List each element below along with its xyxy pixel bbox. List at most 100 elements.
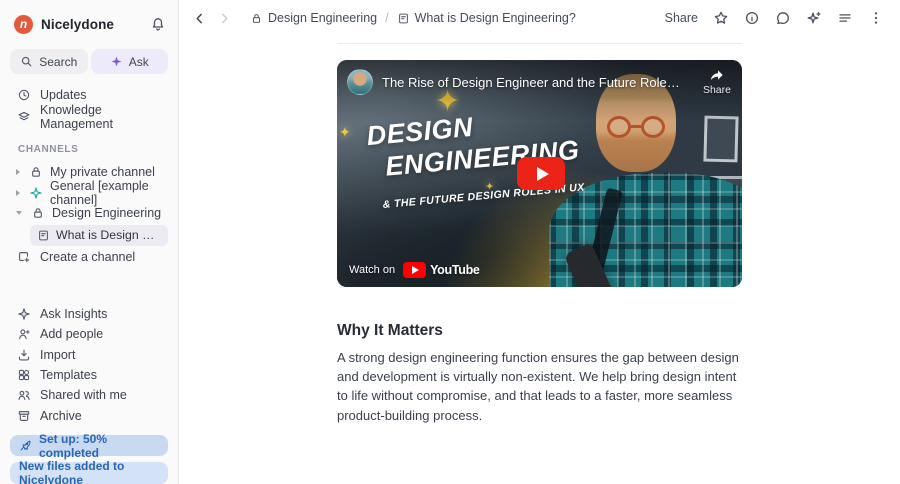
ai-sparkle-icon[interactable] (806, 10, 822, 26)
channels-section-header: CHANNELS (18, 144, 79, 155)
secondary-banner-label: New files added to Nicelydone (19, 459, 125, 484)
youtube-video-embed[interactable]: ✦ ✦ ✦ DESIGN ENGINEERING & THE FUTURE DE… (337, 60, 742, 287)
rocket-icon (19, 439, 32, 452)
document-icon (397, 12, 410, 25)
chevron-right-icon[interactable] (16, 169, 20, 176)
sidebar-item-shared-with-me[interactable]: Shared with me (10, 385, 168, 405)
nav-label: Add people (40, 327, 104, 342)
youtube-play-button[interactable] (517, 157, 565, 190)
video-share-button[interactable]: Share (703, 67, 731, 96)
youtube-logo: YouTube (403, 262, 480, 278)
teal-sparkle-icon (29, 186, 43, 200)
watch-on-youtube-link[interactable]: Watch on YouTube (349, 262, 480, 278)
breadcrumb-channel[interactable]: Design Engineering (250, 11, 377, 25)
lock-icon (250, 12, 263, 25)
article-body: A strong design engineering function ens… (337, 350, 739, 423)
nav-label: Ask Insights (40, 306, 108, 321)
sidebar: n Nicelydone Search Ask Updates Knowledg… (0, 0, 179, 484)
star-favorite-icon[interactable] (713, 10, 729, 26)
sidebar-item-import[interactable]: Import (10, 344, 168, 364)
sidebar-top-nav: Updates Knowledge Management (10, 84, 168, 131)
wall-frame-decoration (703, 115, 739, 163)
square-plus-icon (17, 250, 31, 264)
share-arrow-icon (707, 67, 726, 83)
video-title[interactable]: The Rise of Design Engineer and the Futu… (382, 75, 684, 90)
video-share-label: Share (702, 84, 731, 96)
lock-icon (29, 165, 43, 179)
sidebar-item-archive[interactable]: Archive (10, 406, 168, 426)
chevron-right-icon[interactable] (16, 189, 20, 196)
breadcrumb-channel-label: Design Engineering (268, 11, 378, 25)
topbar: Design Engineering / What is Design Engi… (179, 0, 900, 36)
app-logo-icon: n (14, 14, 33, 34)
layers-icon (17, 110, 31, 124)
nav-label: Knowledge Management (40, 102, 113, 131)
topbar-actions: Share (665, 10, 884, 26)
notifications-bell-icon[interactable] (150, 16, 166, 32)
sidebar-page-what-is-design-engineering[interactable]: What is Design Engineerin… (30, 224, 168, 246)
sidebar-bottom-nav: Ask Insights Add people Import Templates (10, 304, 168, 426)
people-icon (17, 388, 31, 402)
channel-label: My private channel (50, 165, 155, 180)
channel-avatar[interactable] (347, 69, 373, 95)
sidebar-channel-design-engineering[interactable]: Design Engineering (10, 203, 168, 224)
video-header: The Rise of Design Engineer and the Futu… (347, 69, 684, 95)
app-name: Nicelydone (41, 16, 115, 32)
search-button[interactable]: Search (10, 49, 88, 74)
sidebar-item-ask-insights[interactable]: Ask Insights (10, 304, 168, 324)
sidebar-item-knowledge-management[interactable]: Knowledge Management (10, 103, 168, 131)
main-content: Design Engineering / What is Design Engi… (179, 0, 900, 484)
ask-label: Ask (128, 54, 149, 69)
youtube-wordmark: YouTube (430, 263, 480, 277)
nav-label: Import (40, 347, 76, 362)
share-button[interactable]: Share (665, 11, 698, 25)
nav-label: Shared with me (40, 388, 127, 403)
nav-label: Updates (40, 87, 87, 102)
search-label: Search (39, 54, 78, 69)
setup-progress-banner[interactable]: Set up: 50% completed (10, 432, 168, 460)
article-section: Why It Matters A strong design engineeri… (337, 322, 749, 425)
article-heading: Why It Matters (337, 322, 443, 339)
ask-button[interactable]: Ask (90, 49, 168, 74)
sidebar-header: n Nicelydone (10, 10, 168, 36)
breadcrumb: Design Engineering / What is Design Engi… (250, 11, 576, 25)
comment-icon[interactable] (775, 10, 791, 26)
page-label: What is Design Engineerin… (56, 228, 161, 242)
secondary-banner[interactable]: New files added to Nicelydone (10, 459, 168, 484)
search-icon (20, 55, 33, 68)
info-icon[interactable] (744, 10, 760, 26)
nav-label: Create a channel (40, 250, 136, 264)
forward-chevron-icon[interactable] (217, 11, 232, 26)
breadcrumb-separator: / (385, 11, 389, 25)
content-divider (337, 43, 742, 44)
back-chevron-icon[interactable] (192, 11, 207, 26)
sidebar-item-add-people[interactable]: Add people (10, 324, 168, 344)
nav-label: Archive (40, 408, 82, 423)
sidebar-channel-general[interactable]: General [example channel] (10, 179, 168, 207)
document-icon (37, 229, 50, 242)
app-window: n Nicelydone Search Ask Updates Knowledg… (0, 0, 900, 484)
sparkle-icon (110, 55, 123, 68)
chevron-down-icon[interactable] (16, 211, 22, 216)
archive-box-icon (17, 409, 31, 423)
download-icon (17, 348, 31, 362)
align-lines-icon[interactable] (837, 10, 853, 26)
person-plus-icon (17, 327, 31, 341)
watch-on-label: Watch on (349, 264, 396, 276)
sidebar-actions: Search Ask (10, 49, 168, 74)
history-navigation (192, 11, 232, 26)
clock-icon (17, 88, 31, 102)
more-options-kebab-icon[interactable] (868, 10, 884, 26)
youtube-play-badge-icon (403, 262, 427, 278)
nav-label: Templates (40, 368, 97, 383)
channel-label: Design Engineering (52, 206, 162, 221)
setup-banner-label: Set up: 50% completed (39, 431, 108, 460)
breadcrumb-page-label: What is Design Engineering? (414, 11, 576, 25)
create-channel-button[interactable]: Create a channel (10, 247, 168, 268)
breadcrumb-page[interactable]: What is Design Engineering? (397, 11, 576, 25)
play-triangle-icon (536, 166, 549, 181)
sidebar-item-templates[interactable]: Templates (10, 365, 168, 385)
lock-icon (31, 206, 45, 220)
grid-icon (17, 368, 31, 382)
sparkle-icon (17, 307, 31, 321)
